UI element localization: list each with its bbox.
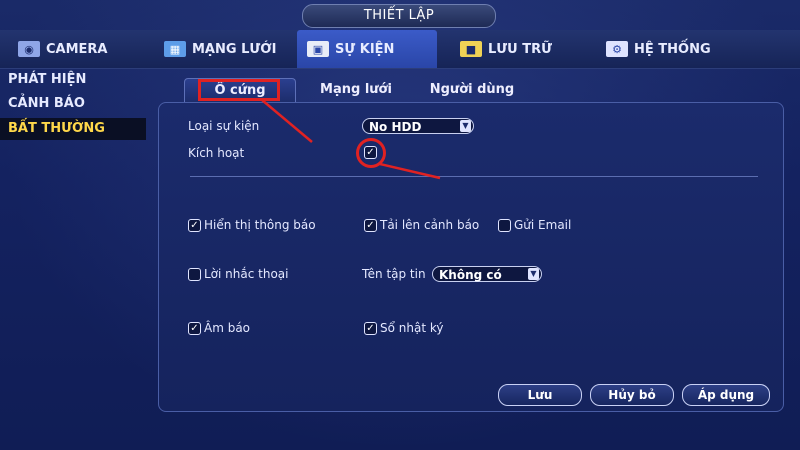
annotation-arrow-2 [379,162,441,180]
annotation-arrows [261,99,441,180]
annotation-arrow-1 [261,99,313,143]
